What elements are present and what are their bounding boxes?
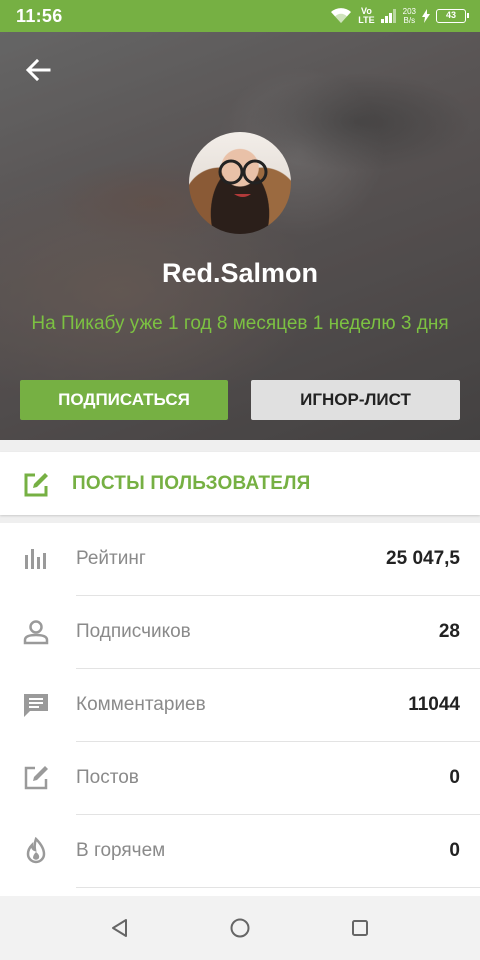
stat-hot: В горячем 0: [0, 815, 480, 888]
person-icon: [22, 618, 50, 646]
stat-label: Постов: [76, 767, 139, 788]
back-triangle-icon[interactable]: [108, 916, 132, 940]
stat-value: 0: [449, 767, 460, 788]
stat-label: Рейтинг: [76, 548, 146, 569]
status-bar: 11:56 Vo LTE 203 B/s 43: [0, 0, 480, 32]
subscribe-button[interactable]: ПОДПИСАТЬСЯ: [20, 380, 228, 420]
edit-square-icon: [22, 471, 50, 504]
stat-rating: Рейтинг 25 047,5: [0, 523, 480, 596]
signal-icon: [380, 9, 397, 23]
stat-value: 0: [449, 840, 460, 861]
edit-square-icon: [22, 764, 50, 792]
profile-header: Red.Salmon На Пикабу уже 1 год 8 месяцев…: [0, 32, 480, 440]
stat-label: Комментариев: [76, 694, 206, 715]
divider: [76, 887, 480, 888]
header-background: [0, 32, 480, 440]
arrow-left-icon: [25, 58, 51, 86]
status-icons: Vo LTE 203 B/s 43: [330, 4, 469, 28]
net-speed-unit: B/s: [403, 16, 416, 25]
avatar[interactable]: [189, 132, 291, 234]
volte-indicator: Vo LTE: [358, 7, 374, 25]
stat-label: В горячем: [76, 840, 166, 861]
net-speed-value: 203: [402, 7, 416, 16]
stat-value: 11044: [408, 694, 460, 715]
system-nav-bar: [0, 896, 480, 960]
stat-label: Подписчиков: [76, 621, 191, 642]
stat-value: 25 047,5: [386, 548, 460, 569]
username: Red.Salmon: [161, 258, 319, 288]
volte-bottom: LTE: [358, 15, 375, 25]
stat-subscribers: Подписчиков 28: [0, 596, 480, 669]
net-speed: 203 B/s: [403, 7, 416, 25]
status-time: 11:56: [16, 6, 63, 26]
flame-icon: [22, 836, 50, 865]
wifi-icon: [330, 7, 352, 25]
user-posts-link[interactable]: ПОСТЫ ПОЛЬЗОВАТЕЛЯ: [0, 452, 480, 515]
stat-value: 28: [438, 621, 460, 642]
stats-list: Рейтинг 25 047,5 Подписчиков 28 Коммента…: [0, 523, 480, 896]
ignore-list-button[interactable]: ИГНОР-ЛИСТ: [251, 380, 460, 420]
stat-comments: Комментариев 11044: [0, 669, 480, 742]
stat-posts: Постов 0: [0, 742, 480, 815]
charging-icon: [422, 9, 430, 23]
user-posts-label: ПОСТЫ ПОЛЬЗОВАТЕЛЯ: [72, 473, 311, 494]
battery-icon: 43: [436, 9, 469, 23]
recents-square-icon[interactable]: [348, 916, 372, 940]
member-since: На Пикабу уже 1 год 8 месяцев 1 неделю 3…: [31, 313, 449, 334]
bar-chart-icon: [22, 545, 50, 573]
home-circle-icon[interactable]: [228, 916, 252, 940]
comment-icon: [22, 691, 50, 719]
back-button[interactable]: [20, 54, 56, 90]
